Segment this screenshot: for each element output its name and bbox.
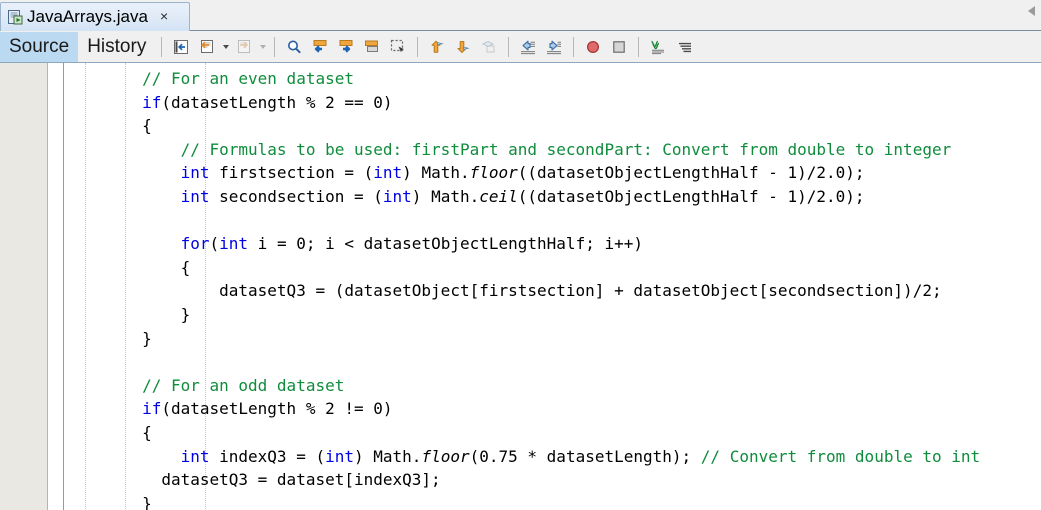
editor-tab-strip: JavaArrays.java × xyxy=(0,0,1041,31)
close-icon[interactable]: × xyxy=(157,9,171,25)
toolbar-separator xyxy=(573,36,575,57)
toggle-breakpoint-icon[interactable] xyxy=(581,35,605,59)
code-line: } xyxy=(65,328,152,348)
code-line: // For an odd dataset xyxy=(142,375,345,395)
netbeans-editor-window: JavaArrays.java × Source History // For … xyxy=(0,0,1041,510)
toolbar-separator xyxy=(638,36,640,57)
code-line: } xyxy=(65,305,191,324)
code-line: if(datasetLength % 2 == 0) xyxy=(142,92,393,112)
java-file-icon xyxy=(7,9,23,25)
code-line: datasetQ3 = (datasetObject[firstsection]… xyxy=(65,281,942,301)
toggle-highlight-icon[interactable] xyxy=(360,35,384,59)
tab-history[interactable]: History xyxy=(78,32,155,62)
inspect-members-icon[interactable] xyxy=(646,35,670,59)
line-number-gutter[interactable]: 1971981992002012022032042052062072082092… xyxy=(0,63,48,510)
toolbar-separator xyxy=(508,36,510,57)
stop-icon[interactable] xyxy=(607,35,631,59)
editor-toolbar: Source History xyxy=(0,31,1041,63)
last-edit-icon[interactable] xyxy=(169,35,193,59)
glyph-margin[interactable] xyxy=(49,63,64,510)
next-bookmark-icon[interactable] xyxy=(232,35,256,59)
bookmark-list-icon[interactable] xyxy=(477,35,501,59)
format-icon[interactable] xyxy=(672,35,696,59)
code-line: int indexQ3 = (int) Math.floor(0.75 * da… xyxy=(180,446,981,466)
toolbar-separator xyxy=(417,36,419,57)
previous-match-icon[interactable] xyxy=(308,35,332,59)
next-bookmark-down-icon[interactable] xyxy=(451,35,475,59)
code-line: { xyxy=(65,257,191,277)
code-editor[interactable]: 1971981992002012022032042052062072082092… xyxy=(0,63,1041,510)
previous-bookmark-up-icon[interactable] xyxy=(425,35,449,59)
code-line: { xyxy=(65,116,152,136)
next-bookmark-dropdown-icon[interactable] xyxy=(257,35,268,59)
code-line: // Formulas to be used: firstPart and se… xyxy=(180,139,952,159)
toggle-rectangular-selection-icon[interactable] xyxy=(386,35,410,59)
code-line: if(datasetLength % 2 != 0) xyxy=(142,399,393,419)
code-line: } xyxy=(65,493,152,510)
editor-tab-javaarrays[interactable]: JavaArrays.java × xyxy=(0,2,190,31)
toolbar-separator xyxy=(161,36,163,57)
code-text-area[interactable]: // For an even dataset if(datasetLength … xyxy=(65,63,1041,510)
toolbar-separator xyxy=(274,36,276,57)
code-line: int secondsection = (int) Math.ceil((dat… xyxy=(180,187,865,206)
toggle-bookmark-icon[interactable] xyxy=(195,35,219,59)
code-line: int firstsection = (int) Math.floor((dat… xyxy=(180,163,865,183)
find-selection-icon[interactable] xyxy=(282,35,306,59)
next-match-icon[interactable] xyxy=(334,35,358,59)
editor-tab-title: JavaArrays.java xyxy=(27,6,148,26)
toggle-bookmark-dropdown-icon[interactable] xyxy=(220,35,231,59)
shift-line-right-icon[interactable] xyxy=(542,35,566,59)
shift-line-left-icon[interactable] xyxy=(516,35,540,59)
code-line: // For an even dataset xyxy=(142,69,354,88)
chevron-left-icon[interactable] xyxy=(1028,6,1035,16)
code-line: for(int i = 0; i < datasetObjectLengthHa… xyxy=(180,234,643,254)
code-line: { xyxy=(65,423,152,442)
tab-source[interactable]: Source xyxy=(0,31,79,62)
code-line: datasetQ3 = dataset[indexQ3]; xyxy=(65,470,441,490)
